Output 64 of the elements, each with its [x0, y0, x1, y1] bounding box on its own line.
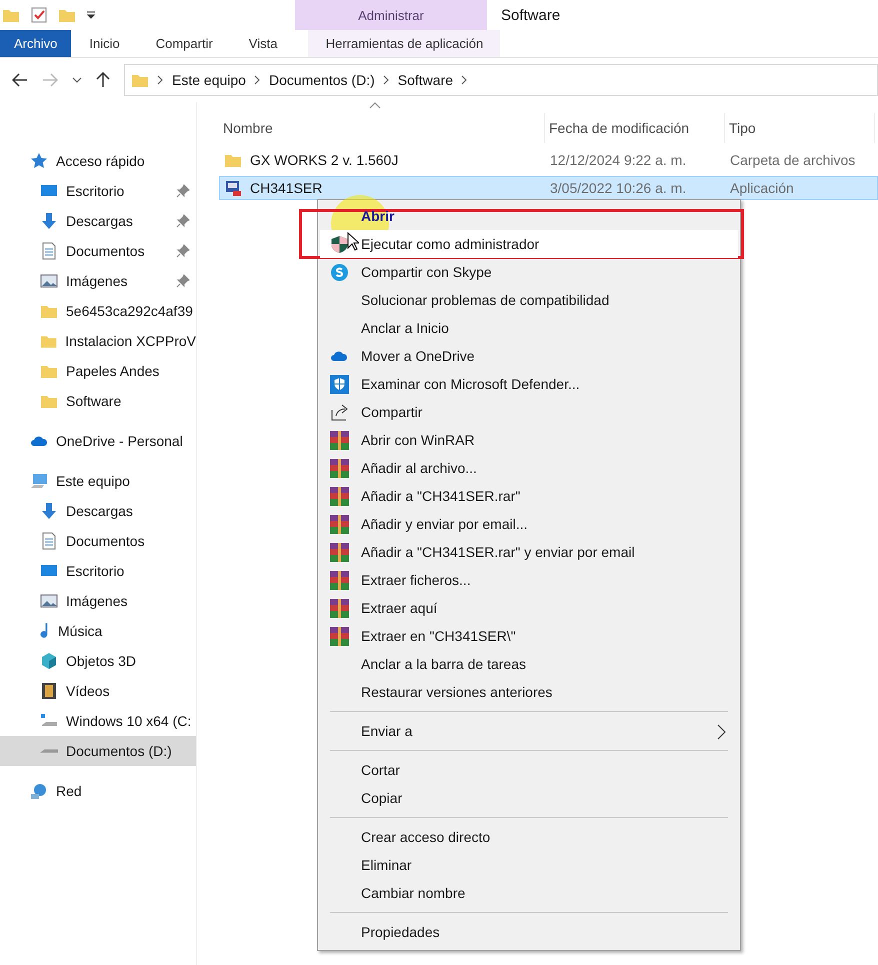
menu-item[interactable]: Abrir con WinRAR — [320, 426, 738, 454]
sidebar-item[interactable]: Escritorio — [0, 176, 196, 206]
sidebar-item[interactable]: Documentos (D:) — [0, 736, 196, 766]
menu-item[interactable]: Añadir al archivo... — [320, 454, 738, 482]
file-name: CH341SER — [220, 179, 546, 197]
menu-item[interactable]: Extraer aquí — [320, 594, 738, 622]
menu-item[interactable]: Compartir — [320, 398, 738, 426]
file-row[interactable]: GX WORKS 2 v. 1.560J 12/12/2024 9:22 a. m. Carpeta de archivos — [219, 148, 878, 172]
sidebar-item[interactable]: Instalacion XCPProV — [0, 326, 196, 356]
sidebar-item[interactable]: Descargas — [0, 496, 196, 526]
sidebar-item[interactable]: Música — [0, 616, 196, 646]
menu-item[interactable]: Ejecutar como administrador — [320, 230, 738, 258]
breadcrumb[interactable]: Software — [398, 72, 454, 88]
menu-item[interactable]: Añadir a "CH341SER.rar" — [320, 482, 738, 510]
menu-item[interactable]: Anclar a la barra de tareas — [320, 650, 738, 678]
column-header[interactable]: Nombre — [219, 113, 545, 143]
sidebar-item[interactable]: Red — [0, 776, 196, 806]
menu-item[interactable]: Cortar — [320, 756, 738, 784]
menu-item[interactable]: Examinar con Microsoft Defender... — [320, 370, 738, 398]
ribbon-tab[interactable]: Archivo — [0, 30, 72, 57]
menu-item[interactable]: Añadir y enviar por email... — [320, 510, 738, 538]
menu-item[interactable]: Copiar — [320, 784, 738, 812]
column-header[interactable]: Fecha de modificación — [545, 113, 725, 143]
menu-item[interactable]: Mover a OneDrive — [320, 342, 738, 370]
menu-item[interactable]: Eliminar — [320, 851, 738, 879]
sidebar-item[interactable]: Objetos 3D — [0, 646, 196, 676]
sidebar-item[interactable]: Software — [0, 386, 196, 416]
sidebar-item[interactable]: Vídeos — [0, 676, 196, 706]
menu-item[interactable]: Anclar a Inicio — [320, 314, 738, 342]
sidebar-item[interactable]: Acceso rápido — [0, 146, 196, 176]
file-name: GX WORKS 2 v. 1.560J — [220, 151, 546, 169]
sidebar-item[interactable]: 5e6453ca292c4af39 — [0, 296, 196, 326]
sidebar-item[interactable]: Escritorio — [0, 556, 196, 586]
window-title: Software — [500, 6, 560, 26]
address-bar[interactable]: Este equipo Documentos (D:) Software — [124, 64, 878, 96]
menu-item[interactable]: Extraer ficheros... — [320, 566, 738, 594]
menu-item[interactable]: Compartir con Skype — [320, 258, 738, 286]
sidebar-item[interactable]: Windows 10 x64 (C: — [0, 706, 196, 736]
column-header[interactable]: Tipo — [725, 113, 875, 143]
sidebar-item[interactable]: Documentos — [0, 526, 196, 556]
sidebar-item[interactable]: Este equipo — [0, 466, 196, 496]
menu-item[interactable]: Enviar a — [320, 717, 738, 745]
modified-date: 12/12/2024 9:22 a. m. — [549, 152, 688, 168]
sidebar-item[interactable]: OneDrive - Personal — [0, 426, 196, 456]
sidebar-item[interactable]: Documentos — [0, 236, 196, 266]
menu-item[interactable]: Propiedades — [320, 918, 738, 946]
file-type: Carpeta de archivos — [729, 152, 856, 168]
menu-item[interactable]: Añadir a "CH341SER.rar" y enviar por email — [320, 538, 738, 566]
breadcrumb[interactable]: Este equipo — [172, 72, 246, 88]
menu-item[interactable]: Solucionar problemas de compatibilidad — [320, 286, 738, 314]
menu-item[interactable]: Cambiar nombre — [320, 879, 738, 907]
file-type: Aplicación — [729, 180, 795, 196]
menu-item[interactable]: Restaurar versiones anteriores — [320, 678, 738, 706]
menu-item[interactable]: Extraer en "CH341SER\" — [320, 622, 738, 650]
modified-date: 3/05/2022 10:26 a. m. — [549, 180, 688, 196]
sidebar-item[interactable]: Papeles Andes — [0, 356, 196, 386]
sidebar-item[interactable]: Descargas — [0, 206, 196, 236]
breadcrumb[interactable]: Documentos (D:) — [268, 72, 375, 88]
menu-item[interactable]: Crear acceso directo — [320, 823, 738, 851]
sidebar-item[interactable]: Imágenes — [0, 586, 196, 616]
ribbon-tab[interactable]: Herramientas de aplicación — [308, 30, 500, 57]
contextual-group-label: Administrar — [295, 0, 487, 30]
file-row[interactable]: CH341SER 3/05/2022 10:26 a. m. Aplicación — [219, 176, 878, 200]
sidebar-item[interactable]: Imágenes — [0, 266, 196, 296]
